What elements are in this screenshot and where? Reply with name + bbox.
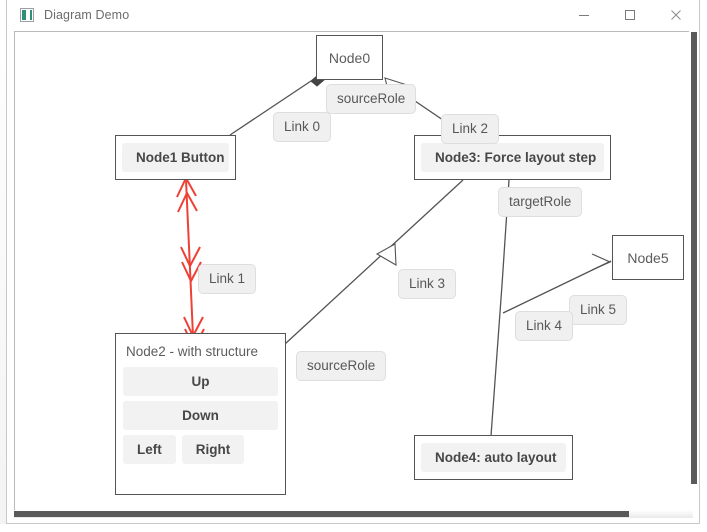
node2-title: Node2 - with structure xyxy=(126,344,259,359)
app-window-icon xyxy=(20,8,34,22)
link-3[interactable] xyxy=(284,179,464,345)
link-label-link2[interactable]: Link 2 xyxy=(441,114,500,144)
desktop-background-bottom xyxy=(0,524,707,532)
diagram-surface[interactable]: Node0 Node1 Button Node3: Force layout s… xyxy=(15,32,692,511)
link-1[interactable] xyxy=(176,175,205,351)
node2-up-button[interactable]: Up xyxy=(123,367,278,396)
vertical-scrollbar-thumb[interactable] xyxy=(691,32,697,484)
link-label-link1[interactable]: Link 1 xyxy=(198,264,257,294)
link-label-link4[interactable]: Link 4 xyxy=(515,311,574,341)
link-label-sourcerole-0[interactable]: sourceRole xyxy=(326,84,417,114)
screen-root: Diagram Demo Node0 Node1 Button Node3: F… xyxy=(0,0,707,532)
node2-button-row: Left Right xyxy=(123,435,278,464)
vertical-scrollbar[interactable] xyxy=(689,31,699,512)
link-label-targetrole[interactable]: targetRole xyxy=(498,187,583,217)
desktop-background-right xyxy=(700,0,707,532)
node1-button[interactable]: Node1 Button xyxy=(122,143,229,172)
node3-button[interactable]: Node3: Force layout step xyxy=(421,143,604,172)
node2-down-button[interactable]: Down xyxy=(123,401,278,430)
diagram-demo-window: Diagram Demo Node0 Node1 Button Node3: F… xyxy=(6,0,700,524)
link-label-link3[interactable]: Link 3 xyxy=(398,269,457,299)
diagram-canvas[interactable]: Node0 Node1 Button Node3: Force layout s… xyxy=(14,31,693,512)
horizontal-scrollbar[interactable] xyxy=(14,510,693,518)
link-label-link0[interactable]: Link 0 xyxy=(273,112,332,142)
link-label-sourcerole-2[interactable]: sourceRole xyxy=(296,351,387,381)
close-icon[interactable] xyxy=(653,0,699,30)
node2-right-button[interactable]: Right xyxy=(181,435,245,464)
node-node4[interactable]: Node4: auto layout xyxy=(414,435,573,480)
horizontal-scrollbar-thumb[interactable] xyxy=(14,511,629,517)
titlebar: Diagram Demo xyxy=(7,0,699,30)
node-node1[interactable]: Node1 Button xyxy=(115,135,236,180)
node-node0-label: Node0 xyxy=(328,49,371,66)
node-node5[interactable]: Node5 xyxy=(612,235,684,280)
node4-button[interactable]: Node4: auto layout xyxy=(421,443,566,472)
maximize-icon[interactable] xyxy=(607,0,653,30)
node-node5-label: Node5 xyxy=(627,249,669,266)
minimize-icon[interactable] xyxy=(561,0,607,30)
node-node2[interactable]: Node2 - with structure Up Down Left Righ… xyxy=(115,333,286,495)
link-4[interactable] xyxy=(490,179,510,437)
node-node0[interactable]: Node0 xyxy=(316,35,383,80)
window-controls xyxy=(561,0,699,30)
window-title: Diagram Demo xyxy=(44,8,130,22)
node2-left-button[interactable]: Left xyxy=(123,435,176,464)
link-label-link5[interactable]: Link 5 xyxy=(569,295,628,325)
